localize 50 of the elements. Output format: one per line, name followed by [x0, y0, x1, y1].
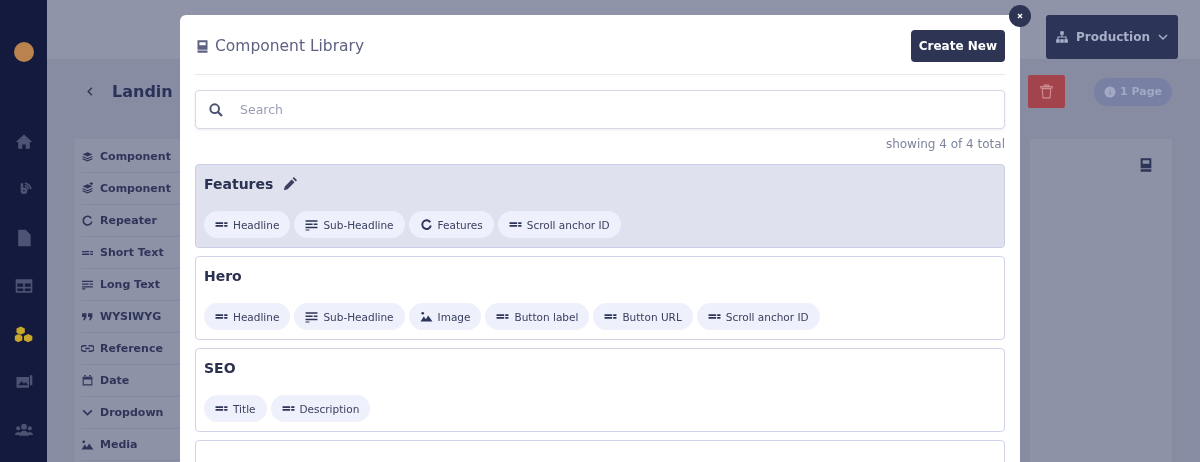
search-field[interactable]: Search — [195, 90, 1005, 129]
field-tag: Scroll anchor ID — [696, 303, 820, 330]
field-tag: Image — [408, 303, 482, 330]
nav-table-icon[interactable] — [13, 276, 34, 296]
edit-icon[interactable] — [282, 176, 298, 192]
component-name: SEO — [204, 360, 236, 376]
book-icon[interactable] — [1138, 157, 1154, 173]
close-icon — [1016, 12, 1024, 20]
nav-home-icon[interactable] — [13, 132, 34, 152]
long-icon — [305, 218, 319, 231]
field-tag: Title — [204, 395, 267, 422]
layers-icon — [81, 150, 94, 163]
field-tag: Sub-Headline — [294, 303, 405, 330]
field-tag: Description — [270, 395, 371, 422]
field-tag: Features — [408, 211, 494, 238]
field-tag: Scroll anchor ID — [497, 211, 621, 238]
quote-icon — [81, 310, 94, 323]
long-icon — [305, 310, 319, 323]
field-tag: Button label — [485, 303, 590, 330]
component-card[interactable]: Features Headline Sub-Headline Features Scroll anchor ID — [195, 164, 1005, 248]
sitemap-icon — [1055, 30, 1070, 44]
delete-button[interactable] — [1028, 75, 1065, 108]
field-tag: Button URL — [593, 303, 693, 330]
trash-icon — [1038, 83, 1055, 100]
result-count: showing 4 of 4 total — [884, 137, 1005, 151]
create-new-button[interactable]: Create New — [910, 30, 1005, 62]
repeater-icon — [419, 218, 433, 231]
nav-components-icon[interactable] — [13, 324, 34, 344]
image-icon — [419, 310, 433, 323]
page-title: Landin — [112, 82, 173, 101]
field-tag: Sub-Headline — [294, 211, 405, 238]
component-card[interactable]: SEO Title Description — [195, 348, 1005, 432]
field-tag: Headline — [204, 211, 291, 238]
chevron-down-icon — [1156, 31, 1169, 43]
link-icon — [81, 342, 94, 355]
environment-dropdown[interactable]: Production — [1046, 15, 1178, 59]
long-icon — [81, 278, 94, 291]
component-name: Hero — [204, 268, 242, 284]
image-icon — [81, 438, 94, 451]
info-icon — [1104, 85, 1116, 98]
avatar[interactable] — [13, 42, 34, 62]
search-icon — [208, 101, 224, 118]
repeater-icon — [81, 214, 94, 227]
layers-add-icon — [81, 182, 94, 195]
component-card[interactable]: Hero Headline Sub-Headline Image Button label Button URL Scroll anchor ID — [195, 256, 1005, 340]
date-icon — [81, 374, 94, 387]
component-name: Features — [204, 176, 274, 192]
book-icon — [195, 38, 210, 54]
dialog-title: Component Library — [215, 37, 365, 55]
field-tag: Headline — [204, 303, 291, 330]
